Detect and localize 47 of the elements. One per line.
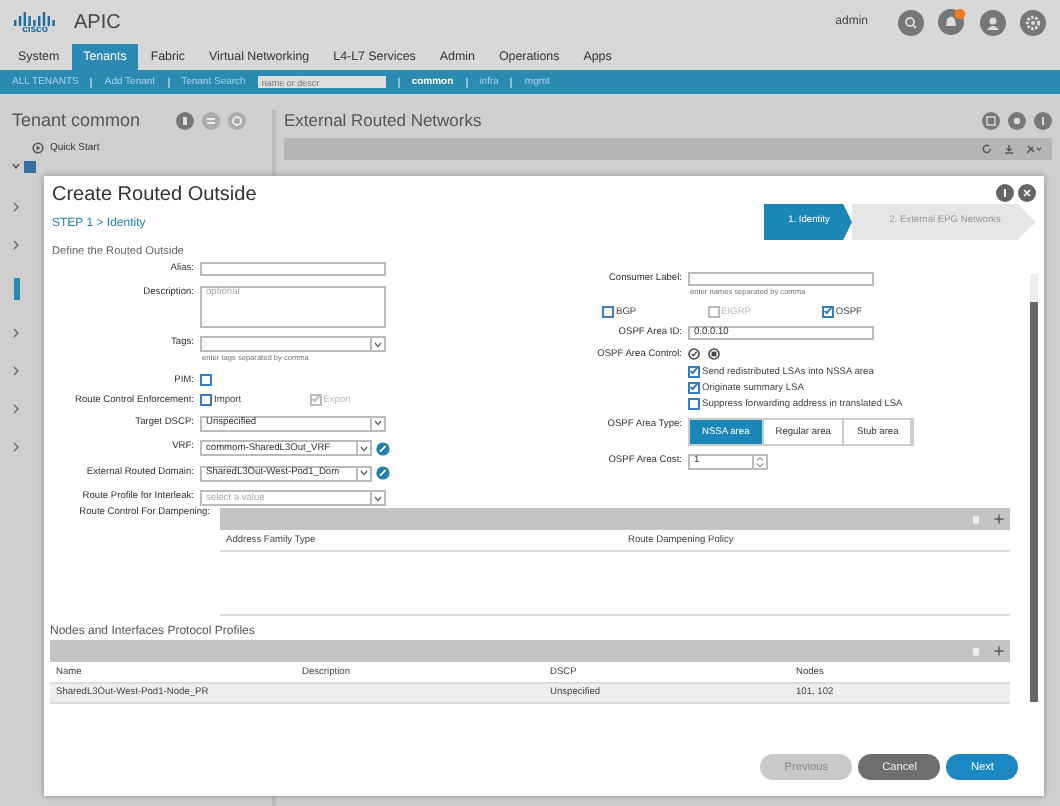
refresh-icon[interactable] <box>982 144 992 154</box>
checkbox[interactable] <box>821 306 834 318</box>
chevron-icon[interactable] <box>12 240 20 250</box>
chevron-icon[interactable] <box>12 366 20 376</box>
close-icon[interactable] <box>1018 184 1036 202</box>
chevron-icon[interactable] <box>12 442 20 452</box>
check-all-icon[interactable] <box>688 348 700 360</box>
chevron-icon[interactable] <box>12 404 20 414</box>
checkbox[interactable] <box>200 394 212 406</box>
add-icon[interactable] <box>994 514 1004 524</box>
play-circle-icon <box>32 142 44 154</box>
user-icon[interactable] <box>980 9 1006 35</box>
input-field[interactable] <box>200 262 386 276</box>
app-title: APIC <box>74 11 121 33</box>
tree-node-icon[interactable] <box>12 160 40 174</box>
link-icon[interactable] <box>376 441 390 455</box>
panel-title: Tenant common <box>12 110 141 130</box>
scrollbar[interactable] <box>1030 274 1038 702</box>
list-icon[interactable] <box>202 111 221 129</box>
panel-title: External Routed Networks <box>284 110 484 130</box>
caret-icon <box>374 495 382 501</box>
target-icon[interactable] <box>228 111 247 129</box>
dropdown[interactable] <box>200 336 386 352</box>
uncheck-all-icon[interactable] <box>708 348 720 360</box>
settings-icon[interactable] <box>1020 9 1046 35</box>
stepper-icon <box>756 456 764 468</box>
caret-icon <box>360 470 368 476</box>
dialog-title: Create Routed Outside <box>52 184 259 206</box>
checkbox[interactable] <box>200 373 212 385</box>
link-icon[interactable] <box>376 466 390 480</box>
download-icon[interactable] <box>1004 144 1014 154</box>
caret-icon <box>360 445 368 451</box>
checkbox[interactable] <box>602 306 614 318</box>
logo-icon <box>14 9 56 25</box>
checkbox[interactable] <box>688 398 700 410</box>
chevron-icon[interactable] <box>12 328 20 338</box>
chevron-icon[interactable] <box>12 202 20 212</box>
input-field[interactable] <box>688 272 874 286</box>
info-icon[interactable] <box>176 111 195 129</box>
add-icon[interactable] <box>994 646 1004 656</box>
caret-icon <box>374 420 382 426</box>
search-icon[interactable] <box>898 9 924 35</box>
checkbox[interactable] <box>688 366 700 378</box>
checkbox[interactable] <box>688 382 700 394</box>
selection-bar <box>14 278 20 300</box>
caret-icon <box>374 341 382 347</box>
bell-icon[interactable] <box>938 8 966 36</box>
